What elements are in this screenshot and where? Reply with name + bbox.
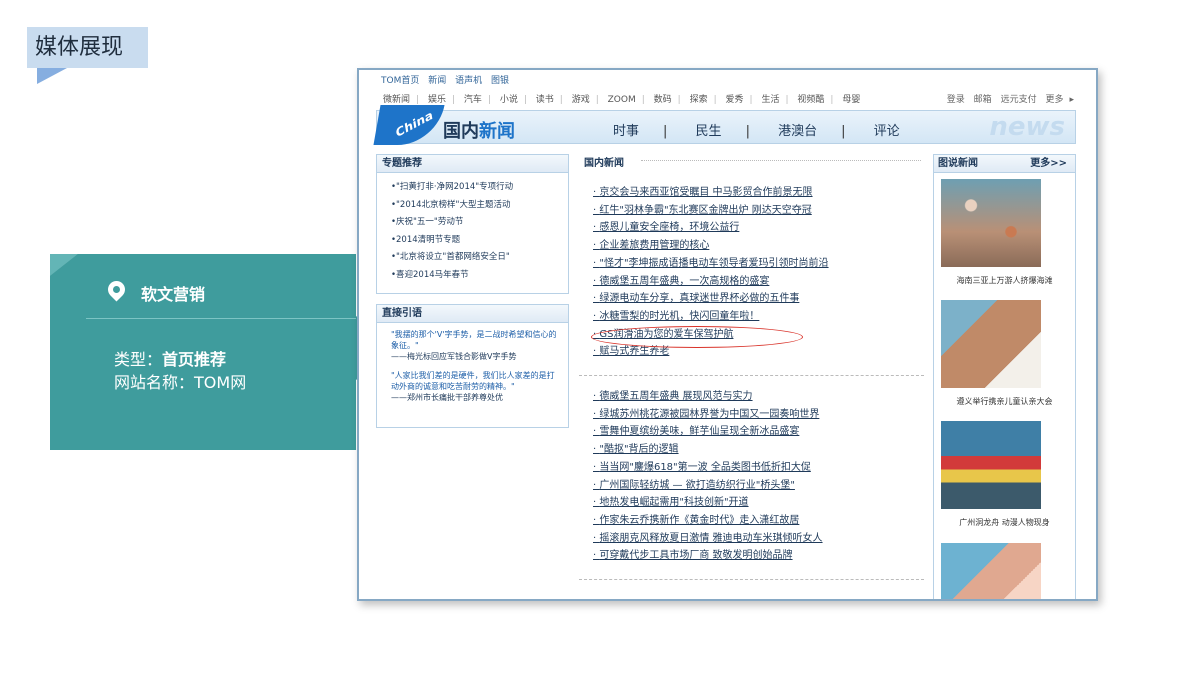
quote-text[interactable]: "我摆的那个'V'字手势，是二战时希望和信心的象征。" [391, 330, 557, 350]
channel-link[interactable]: 小说 [500, 95, 518, 105]
chevron-right-icon: ▸ [1069, 95, 1074, 105]
news-link[interactable]: 京交会马来西亚馆受瞩目 中马影贸合作前景无限 [593, 184, 829, 202]
news-link[interactable]: 感恩儿童安全座椅，环境公益行 [593, 219, 829, 237]
news-link[interactable]: 雪舞仲夏缤纷美味，鲜芋仙呈现全新冰品盛宴 [593, 423, 823, 441]
news-link[interactable]: 广州国际轻纺城 — 欲打造纺织行业"桥头堡" [593, 477, 823, 495]
website-screenshot: TOM首页 新闻 语声机 图银 微新闻 | 娱乐 | 汽车 | 小说 | 读书 | 游戏 |… [357, 68, 1098, 601]
topic-link[interactable]: •庆祝"五一"劳动节 [391, 214, 568, 232]
panel-heading: 软文营销 [141, 285, 206, 304]
quote-text[interactable]: "人家比我们差的是硬件，我们比人家差的是打动外商的诚意和吃苦耐劳的精神。" [391, 371, 555, 391]
quote-attribution[interactable]: ——梅光标回应军钱合影做V字手势 [391, 352, 516, 361]
photo-news-box: 图说新闻 更多>> 海南三亚上万游人挤爆海滩 遵义举行携亲儿童认亲大会 广州洞龙… [933, 154, 1076, 599]
highlight-circle [591, 326, 803, 348]
news-link[interactable]: 德威堡五周年盛典 展现风范与实力 [593, 388, 823, 406]
photo-dragon-boat[interactable] [941, 421, 1041, 509]
channel-link[interactable]: 数码 [654, 95, 672, 105]
quote-attribution[interactable]: ——郑州市长痛批干部养尊处优 [391, 393, 503, 402]
photo-caption[interactable]: 遵义举行携亲儿童认亲大会 [934, 396, 1075, 407]
more-link[interactable]: 更多 [1045, 95, 1063, 105]
news-link[interactable]: 冰糖雪梨的时光机，快闪回童年啦！ [593, 308, 829, 326]
news-link[interactable]: 德威堡五周年盛典，一次高规格的盛宴 [593, 273, 829, 291]
channel-link[interactable]: 生活 [761, 95, 779, 105]
panel-site-row: 网站名称：TOM网 [114, 369, 246, 393]
menu-item-hk-macau-tw[interactable]: 港澳台 [778, 124, 817, 139]
channel-link[interactable]: 微新闻 [383, 95, 410, 105]
nav-link[interactable]: 新闻 [428, 76, 446, 86]
panel-divider [86, 318, 356, 319]
news-list-secondary: 德威堡五周年盛典 展现风范与实力 绿城苏州桃花源被园林界誉为中国又一园奏响世界 … [593, 388, 823, 565]
photo-family-reunion[interactable] [941, 300, 1041, 388]
top-right-links: 登录 邮箱 远元支付 更多 ▸ [941, 92, 1074, 105]
banner-menu: 时事 | 民生 | 港澳台 | 评论 [613, 124, 900, 139]
top-nav-channels: 微新闻 | 娱乐 | 汽车 | 小说 | 读书 | 游戏 | ZOOM | 数码 | 探索 | 爱… [383, 95, 861, 105]
site-value: TOM网 [194, 373, 247, 392]
channel-link[interactable]: 读书 [536, 95, 554, 105]
news-watermark: news [989, 112, 1065, 142]
menu-item-current[interactable]: 时事 [613, 124, 639, 139]
topic-link[interactable]: •"扫黄打非·净网2014"专项行动 [391, 179, 568, 197]
channel-link[interactable]: 娱乐 [428, 95, 446, 105]
topic-link[interactable]: •"北京将设立"首都网络安全日" [391, 249, 568, 267]
topic-link[interactable]: •喜迎2014马年春节 [391, 267, 568, 285]
channel-link[interactable]: ZOOM [608, 95, 636, 105]
domestic-news-heading: 国内新闻 [584, 158, 624, 169]
heading-rule [641, 160, 921, 161]
news-link[interactable]: 绿源电动车分享，真球迷世界杯必做的五件事 [593, 290, 829, 308]
photo-caption[interactable]: 海南三亚上万游人挤爆海滩 [934, 275, 1075, 286]
type-label: 类型： [114, 350, 163, 369]
title-tail-decoration [37, 68, 67, 84]
news-link[interactable]: "酷抠"背后的逻辑 [593, 441, 823, 459]
quotes-box: 直接引语 "我摆的那个'V'字手势，是二战时希望和信心的象征。" ——梅光标回应军… [376, 304, 569, 428]
channel-link[interactable]: 母婴 [842, 95, 860, 105]
china-logo: China [373, 105, 445, 145]
photo-news-heading: 图说新闻 更多>> [934, 155, 1075, 173]
topic-link[interactable]: •2014清明节专题 [391, 232, 568, 250]
panel-type-row: 类型：首页推荐 [114, 346, 226, 370]
news-link[interactable]: 作家朱云乔携新作《黄金时代》走入潇红故居 [593, 512, 823, 530]
login-link[interactable]: 登录 [947, 95, 965, 105]
panel-fold-highlight [50, 254, 78, 276]
section-divider [579, 579, 924, 580]
news-link[interactable]: 当当网"鏖爆618"第一波 全品类图书低折扣大促 [593, 459, 823, 477]
special-topics-box: 专题推荐 •"扫黄打非·净网2014"专项行动 •"2014北京榜样"大型主题活… [376, 154, 569, 294]
more-link[interactable]: 更多>> [1030, 155, 1067, 173]
news-link[interactable]: 摇滚朋克风释放夏日激情 雅迪电动车米琪倾听女人 [593, 530, 822, 548]
top-nav-primary: TOM首页 新闻 语声机 图银 [381, 73, 515, 86]
news-link[interactable]: 企业差旅费用管理的核心 [593, 237, 829, 255]
section-banner: China 国内新闻 时事 | 民生 | 港澳台 | 评论 news [373, 105, 1076, 145]
menu-item-opinion[interactable]: 评论 [874, 124, 900, 139]
news-link[interactable]: "怪才"李坤振成语播电动车领导者爱玛引领时尚前沿 [593, 255, 828, 273]
slide-title: 媒体展现 [27, 27, 148, 68]
nav-link[interactable]: 图银 [491, 76, 509, 86]
topic-link[interactable]: •"2014北京榜样"大型主题活动 [391, 197, 568, 215]
banner-title: 国内新闻 [443, 121, 515, 142]
mail-link[interactable]: 邮箱 [974, 95, 992, 105]
menu-item-livelihood[interactable]: 民生 [696, 124, 722, 139]
nav-link[interactable]: TOM首页 [381, 76, 419, 86]
type-value: 首页推荐 [162, 350, 227, 369]
photo-caption[interactable]: 广州洞龙舟 动漫人物现身 [934, 517, 1075, 528]
news-link[interactable]: 地热发电崛起需用"科技创新"开道 [593, 494, 823, 512]
channel-link[interactable]: 游戏 [572, 95, 590, 105]
news-link[interactable]: 绿城苏州桃花源被园林界誉为中国又一园奏响世界 [593, 406, 823, 424]
photo-crowd[interactable] [941, 543, 1041, 599]
channel-link[interactable]: 视频酷 [797, 95, 824, 105]
news-link[interactable]: 可穿戴代步工具市场厂商 致敬发明创始品牌 [593, 547, 823, 565]
channel-link[interactable]: 爱秀 [726, 95, 744, 105]
news-link[interactable]: 红牛"羽林争霸"东北赛区金牌出炉 刚达天空夺冠 [593, 202, 829, 220]
channel-link[interactable]: 汽车 [464, 95, 482, 105]
nav-link[interactable]: 语声机 [455, 76, 482, 86]
quotes-heading: 直接引语 [377, 305, 568, 323]
special-topics-heading: 专题推荐 [377, 155, 568, 173]
slide: 媒体展现 软文营销 类型：首页推荐 网站名称：TOM网 TOM首页 新闻 语声机… [0, 0, 1200, 675]
site-label: 网站名称： [114, 373, 195, 392]
pay-link[interactable]: 远元支付 [1001, 95, 1037, 105]
section-divider [579, 375, 924, 376]
photo-beach-crowd[interactable] [941, 179, 1041, 267]
channel-link[interactable]: 探索 [690, 95, 708, 105]
